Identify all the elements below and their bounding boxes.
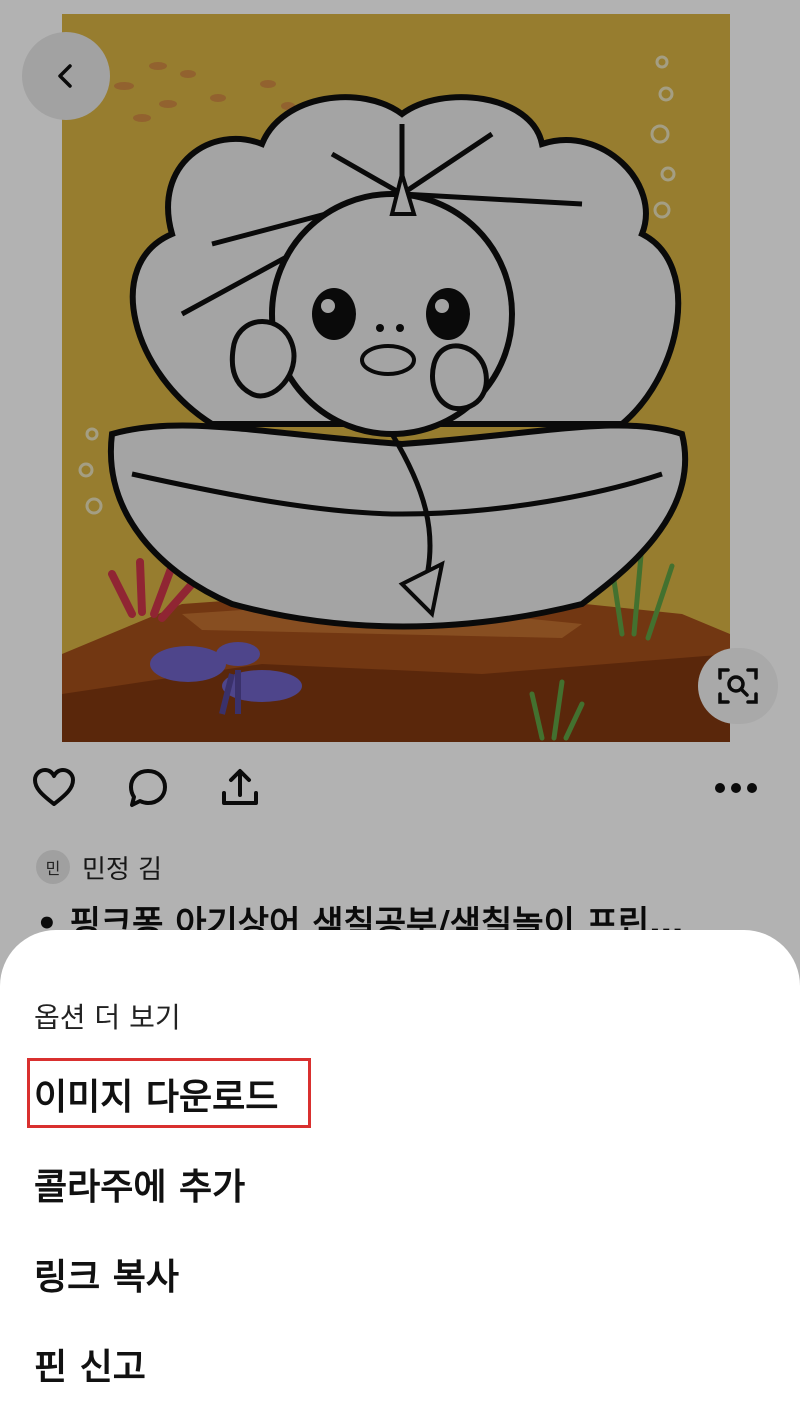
download-image-option[interactable]: 이미지 다운로드 (34, 1068, 278, 1120)
sheet-heading: 옵션 더 보기 (34, 1001, 181, 1034)
report-pin-option[interactable]: 핀 신고 (34, 1338, 146, 1390)
add-to-collage-option[interactable]: 콜라주에 추가 (34, 1158, 245, 1210)
copy-link-option[interactable]: 링크 복사 (34, 1248, 179, 1300)
